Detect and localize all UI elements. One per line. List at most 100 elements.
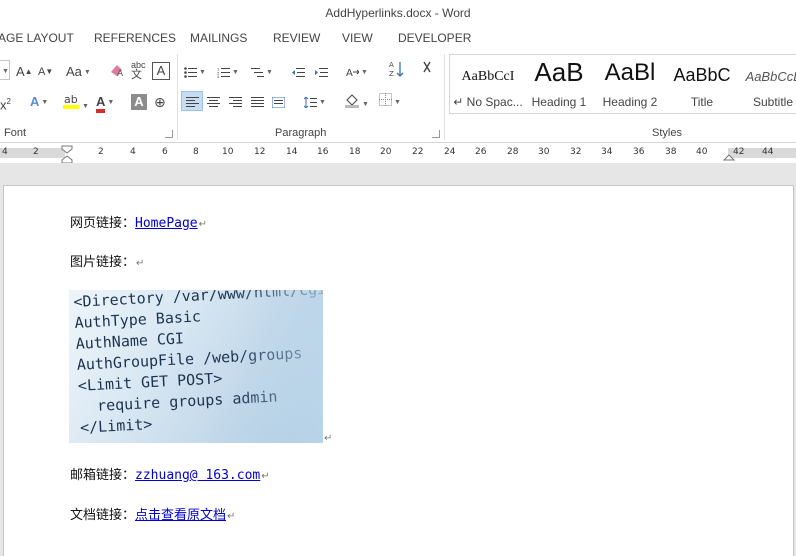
ruler-number: 2 (33, 147, 39, 157)
paragraph-mark: ↵ (261, 471, 270, 482)
show-paragraph-marks-icon[interactable] (421, 60, 433, 80)
style-no-spacing[interactable]: AaBbCcI ↵ No Spac... (452, 55, 524, 113)
ruler-number: 24 (444, 147, 456, 157)
ruler-number: 40 (696, 147, 708, 157)
ruler-number: 18 (349, 147, 361, 157)
line-spacing-icon[interactable]: ▼ (304, 92, 326, 112)
ruler-number: 30 (538, 147, 550, 157)
clear-formatting-icon[interactable]: A (108, 62, 126, 82)
shrink-font-button[interactable]: A▼ (38, 62, 53, 82)
paragraph-mark: ↵ (324, 433, 333, 444)
borders-icon[interactable]: ▼ (379, 92, 401, 112)
web-link-paragraph: 网页链接：HomePage↵ (70, 212, 207, 231)
svg-text:A: A (389, 61, 394, 69)
align-left-button[interactable] (181, 91, 203, 111)
align-center-icon[interactable] (207, 92, 220, 112)
styles-group-label: Styles (652, 127, 682, 139)
ruler-number: 4 (2, 147, 8, 157)
group-divider (177, 54, 178, 140)
document-hyperlink[interactable]: 点击查看原文档 (135, 508, 226, 523)
ruler-number: 12 (254, 147, 266, 157)
bullets-icon[interactable]: ▼ (184, 62, 206, 82)
grow-font-button[interactable]: A▲ (16, 62, 33, 82)
font-color-icon[interactable]: A ▼ (96, 92, 114, 113)
font-size-dropdown[interactable]: ▼ (0, 60, 10, 80)
ruler-number: 6 (162, 147, 168, 157)
ruler-number: 26 (475, 147, 487, 157)
multilevel-list-icon[interactable]: ▼ (251, 62, 273, 82)
phonetic-guide-icon[interactable]: abc 文 (131, 60, 146, 81)
ruler-number: 28 (507, 147, 519, 157)
shading-icon[interactable]: ▼ (344, 92, 369, 112)
ruler-number: 34 (601, 147, 613, 157)
web-link-label: 网页链接： (70, 216, 136, 231)
font-dialog-launcher-icon[interactable] (165, 130, 173, 138)
svg-text:A: A (117, 69, 124, 78)
ruler-number: 4 (130, 147, 136, 157)
superscript-button[interactable]: x2 (0, 92, 11, 112)
tab-review[interactable]: REVIEW (273, 31, 320, 45)
title-bar: AddHyperlinks.docx - Word (0, 0, 796, 26)
text-effects-button[interactable]: A ▼ (30, 92, 48, 112)
highlight-color-icon[interactable]: ab ▼ (62, 92, 89, 112)
svg-text:ab: ab (64, 93, 78, 106)
horizontal-ruler[interactable]: 4 2 2 4 6 8 10 12 14 16 18 20 22 24 26 2… (0, 145, 796, 164)
ribbon-tabs: AGE LAYOUT REFERENCES MAILINGS REVIEW VI… (0, 26, 796, 50)
tab-developer[interactable]: DEVELOPER (398, 31, 471, 45)
tab-view[interactable]: VIEW (342, 31, 373, 45)
align-right-icon[interactable] (229, 92, 242, 112)
ruler-number: 10 (222, 147, 234, 157)
doc-link-paragraph: 文档链接：点击查看原文档↵ (70, 504, 235, 523)
character-border-icon[interactable]: A (152, 62, 170, 80)
paragraph-mark: ↵ (227, 511, 236, 522)
ruler-number: 22 (412, 147, 424, 157)
ruler-number: 38 (665, 147, 677, 157)
enclose-characters-icon[interactable]: ⊕ (154, 92, 166, 112)
svg-text:Z: Z (389, 70, 394, 78)
asian-layout-icon[interactable]: A ▼ (346, 62, 368, 82)
increase-indent-icon[interactable] (315, 62, 328, 82)
email-link-paragraph: 邮箱链接：zzhuang@ 163.com↵ (70, 464, 270, 483)
font-group-label: Font (4, 127, 27, 139)
distributed-icon[interactable] (272, 92, 285, 112)
ruler-number: 14 (286, 147, 298, 157)
ruler-number: 2 (98, 147, 104, 157)
right-indent-marker-icon[interactable] (723, 150, 735, 162)
paragraph-group-label: Paragraph (275, 127, 327, 139)
linked-code-image[interactable]: <Directory /var/www/html/cgi AuthType Ba… (69, 290, 323, 443)
character-shading-icon[interactable]: A (131, 94, 147, 110)
ruler-number: 20 (380, 147, 392, 157)
image-link-label: 图片链接： (70, 255, 136, 270)
ribbon: ▼ A▲ A▼ Aa ▼ A abc 文 A x2 A ▼ ab ▼ A ▼ A ⊕ Fo… (0, 50, 796, 143)
window-title: AddHyperlinks.docx - Word (325, 6, 471, 20)
ruler-number: 36 (633, 147, 645, 157)
homepage-hyperlink[interactable]: HomePage (135, 216, 198, 231)
group-divider (444, 54, 445, 140)
paragraph-dialog-launcher-icon[interactable] (432, 130, 440, 138)
paragraph-mark: ↵ (198, 219, 208, 230)
styles-gallery: AaBbCcI ↵ No Spac... AaB Heading 1 AaBl … (449, 54, 796, 114)
numbering-icon[interactable]: 1 2 3 ▼ (217, 62, 239, 82)
doc-link-label: 文档链接： (70, 508, 136, 523)
ruler-number: 16 (317, 147, 329, 157)
tab-references[interactable]: REFERENCES (94, 31, 176, 45)
email-link-label: 邮箱链接： (70, 468, 136, 483)
decrease-indent-icon[interactable] (292, 62, 305, 82)
paragraph-mark: ↵ (136, 258, 145, 269)
image-link-paragraph: 图片链接：↵ (70, 251, 144, 270)
justify-icon[interactable] (251, 92, 264, 112)
svg-text:A: A (346, 68, 353, 78)
svg-text:3: 3 (217, 74, 220, 78)
style-title[interactable]: AaBbC Title (666, 55, 738, 113)
style-subtitle[interactable]: AaBbCcL Subtitle (738, 55, 796, 113)
sort-icon[interactable]: AZ (389, 60, 405, 80)
email-hyperlink[interactable]: zzhuang@ 163.com (135, 468, 260, 483)
style-heading-2[interactable]: AaBl Heading 2 (594, 55, 666, 113)
tab-page-layout[interactable]: AGE LAYOUT (0, 31, 74, 45)
ruler-number: 32 (570, 147, 582, 157)
style-heading-1[interactable]: AaB Heading 1 (524, 55, 594, 113)
change-case-button[interactable]: Aa ▼ (66, 62, 91, 82)
ruler-number: 44 (762, 147, 774, 157)
tab-mailings[interactable]: MAILINGS (190, 31, 247, 45)
ruler-number: 8 (193, 147, 199, 157)
